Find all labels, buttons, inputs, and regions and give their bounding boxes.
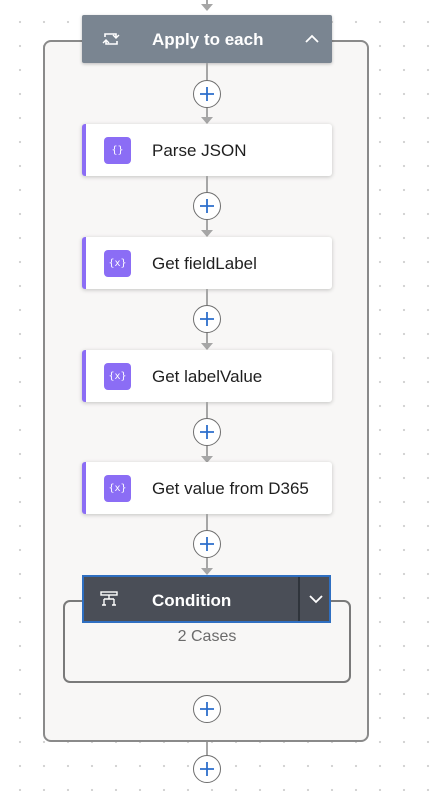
action-label: Parse JSON — [152, 141, 247, 160]
add-step-button[interactable] — [193, 192, 221, 220]
action-label: Get value from D365 — [152, 479, 309, 498]
add-step-button[interactable] — [193, 80, 221, 108]
parse-json-icon: {} — [104, 137, 131, 164]
chevron-down-icon[interactable] — [306, 589, 326, 609]
header-divider — [298, 577, 300, 621]
connector-arrow — [201, 568, 213, 575]
action-card-parse-json[interactable]: {} Parse JSON — [82, 124, 332, 176]
action-card-get-value-from-d365[interactable]: {x} Get value from D365 — [82, 462, 332, 514]
apply-to-each-header[interactable]: Apply to each — [82, 15, 332, 63]
action-card-get-labelvalue[interactable]: {x} Get labelValue — [82, 350, 332, 402]
connector-line — [206, 742, 208, 756]
add-step-button[interactable] — [193, 305, 221, 333]
condition-header[interactable]: Condition — [82, 575, 331, 623]
loop-title: Apply to each — [152, 30, 264, 49]
compose-icon: {x} — [104, 475, 131, 502]
compose-icon: {x} — [104, 250, 131, 277]
chevron-up-icon[interactable] — [302, 29, 322, 49]
loop-icon — [102, 31, 120, 47]
action-label: Get labelValue — [152, 367, 263, 386]
connector-arrow — [201, 230, 213, 237]
condition-title: Condition — [152, 591, 232, 610]
add-step-button[interactable] — [193, 695, 221, 723]
action-card-get-fieldlabel[interactable]: {x} Get fieldLabel — [82, 237, 332, 289]
connector-arrow — [201, 4, 213, 11]
add-step-button[interactable] — [193, 530, 221, 558]
condition-cases-count: 2 Cases — [177, 628, 237, 645]
compose-icon: {x} — [104, 363, 131, 390]
condition-icon — [100, 591, 118, 612]
connector-arrow — [201, 343, 213, 350]
add-step-button[interactable] — [193, 418, 221, 446]
action-label: Get fieldLabel — [152, 254, 257, 273]
connector-arrow — [201, 117, 213, 124]
add-step-button[interactable] — [193, 755, 221, 783]
